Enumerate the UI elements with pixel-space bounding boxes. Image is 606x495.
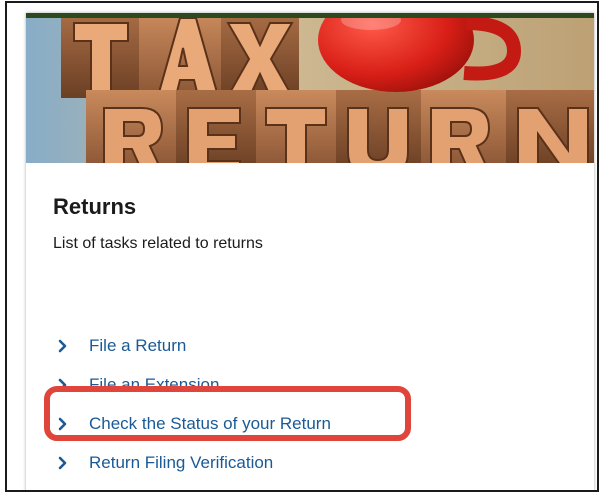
chevron-right-icon <box>58 378 67 391</box>
task-item-check-status[interactable]: Check the Status of your Return <box>57 404 331 443</box>
task-item-file-extension[interactable]: File an Extension <box>57 365 331 404</box>
task-item-file-return[interactable]: File a Return <box>57 326 331 365</box>
chevron-right-icon <box>58 417 67 430</box>
task-link-check-status[interactable]: Check the Status of your Return <box>89 414 331 434</box>
card-title: Returns <box>53 194 137 219</box>
task-link-file-extension[interactable]: File an Extension <box>89 375 219 395</box>
chevron-right-icon <box>58 456 67 469</box>
card-description: List of tasks related to returns <box>53 235 263 252</box>
task-item-filing-verification[interactable]: Return Filing Verification <box>57 443 331 482</box>
task-link-file-return[interactable]: File a Return <box>89 336 186 356</box>
card-body: Returns List of tasks related to returns <box>26 193 594 254</box>
hero-image <box>26 13 594 163</box>
screenshot-frame: Returns List of tasks related to returns… <box>5 1 599 492</box>
returns-card: Returns List of tasks related to returns… <box>26 13 594 490</box>
task-link-filing-verification[interactable]: Return Filing Verification <box>89 453 273 473</box>
chevron-right-icon <box>58 339 67 352</box>
task-list: File a Return File an Extension Check th… <box>57 326 331 482</box>
